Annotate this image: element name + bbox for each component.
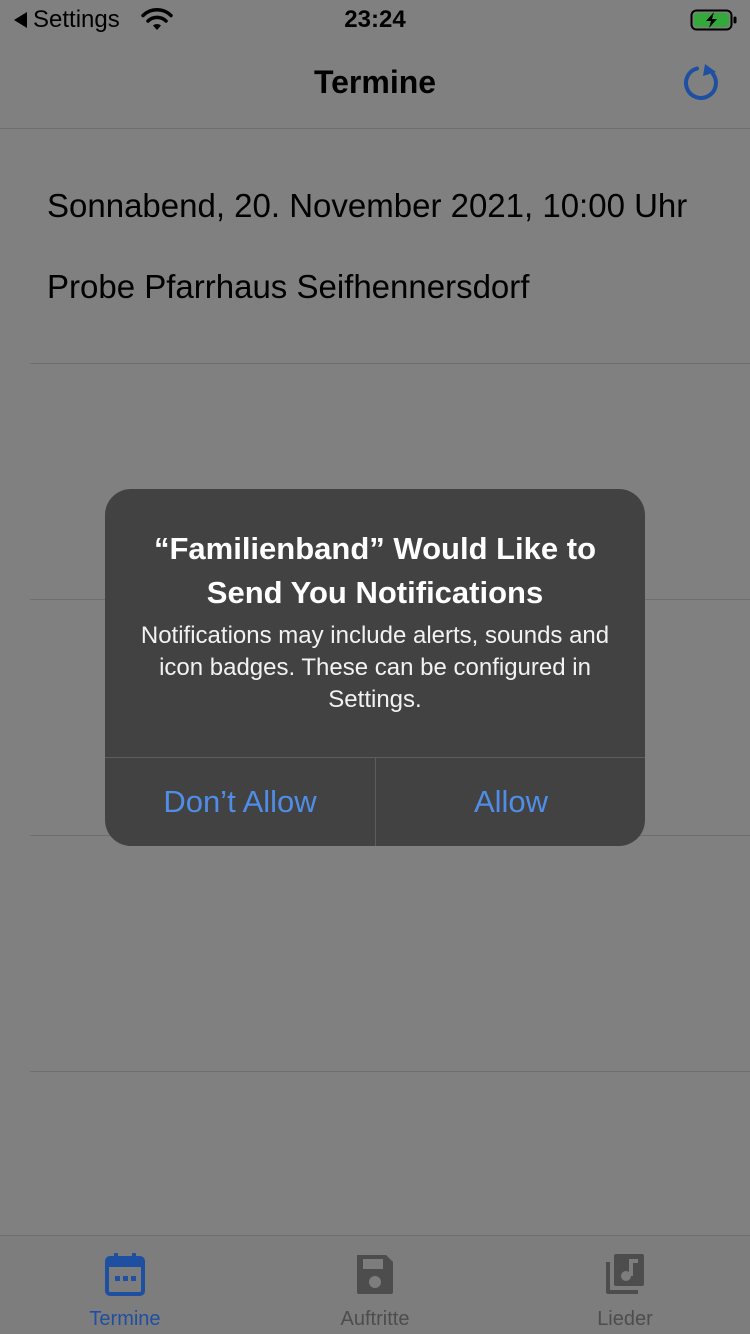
list-item [30, 837, 750, 1072]
tab-label: Lieder [597, 1308, 653, 1330]
notification-permission-alert: “Familienband” Would Like to Send You No… [105, 489, 645, 846]
calendar-icon [105, 1253, 145, 1296]
status-bar: Settings 23:24 [0, 0, 750, 40]
tab-lieder[interactable]: Lieder [500, 1236, 750, 1334]
appointment-title: Probe Pfarrhaus Seifhennersdorf [47, 268, 530, 305]
battery-charging-icon [690, 9, 737, 31]
refresh-icon[interactable] [676, 58, 726, 108]
tab-label: Auftritte [340, 1308, 410, 1330]
tab-auftritte[interactable]: Auftritte [250, 1236, 500, 1334]
page-title: Termine [313, 64, 437, 100]
music-library-icon [606, 1254, 644, 1294]
dont-allow-button[interactable]: Don’t Allow [105, 758, 375, 846]
alert-title: “Familienband” Would Like to Send You No… [153, 531, 597, 610]
appointment-date: Sonnabend, 20. November 2021, 10:00 Uhr [47, 187, 688, 224]
save-icon [357, 1255, 393, 1294]
alert-message: Notifications may include alerts, sounds… [140, 622, 610, 713]
navigation-bar: Termine [0, 40, 750, 129]
allow-button[interactable]: Allow [376, 758, 645, 846]
tab-bar: Termine Auftritte Lieder [0, 1235, 750, 1334]
list-item[interactable]: Sonnabend, 20. November 2021, 10:00 Uhr … [30, 129, 750, 364]
status-time: 23:24 [344, 6, 406, 33]
tab-label: Termine [89, 1308, 161, 1330]
tab-termine[interactable]: Termine [0, 1236, 250, 1334]
